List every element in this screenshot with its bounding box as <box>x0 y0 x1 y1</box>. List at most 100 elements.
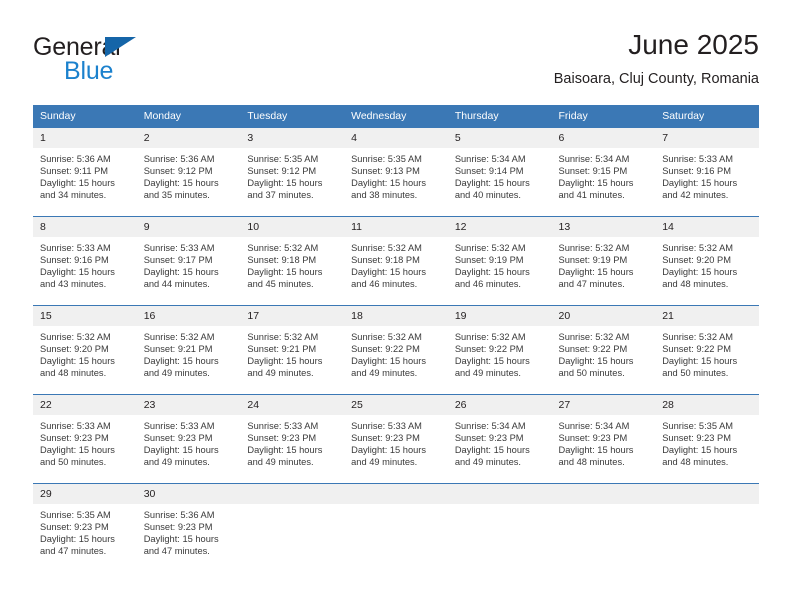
brand-logo[interactable]: General Blue <box>33 34 253 90</box>
calendar-day-cell[interactable]: 18 Sunrise: 5:32 AM Sunset: 9:22 PM Dayligh… <box>344 305 448 395</box>
calendar-day-cell[interactable]: 28 Sunrise: 5:35 AM Sunset: 9:23 PM Dayligh… <box>655 394 759 484</box>
calendar-day-cell[interactable]: 30 Sunrise: 5:36 AM Sunset: 9:23 PM Dayligh… <box>136 483 241 573</box>
sunrise-text: Sunrise: 5:33 AM <box>40 243 111 253</box>
sunrise-text: Sunrise: 5:32 AM <box>558 243 630 253</box>
calendar-day-cell[interactable]: 26 Sunrise: 5:34 AM Sunset: 9:23 PM Dayligh… <box>447 394 552 484</box>
day-number <box>655 484 759 504</box>
sunset-text: Sunset: 9:12 PM <box>143 166 213 177</box>
sunset-text: Sunset: 9:11 PM <box>40 166 109 177</box>
calendar-day-cell[interactable]: 9 Sunrise: 5:33 AM Sunset: 9:17 PM Daylight… <box>136 216 241 306</box>
sunset-text: Sunset: 9:23 PM <box>247 433 317 444</box>
calendar-day-cell[interactable]: 21 Sunrise: 5:32 AM Sunset: 9:22 PM Dayligh… <box>655 305 759 395</box>
calendar-day-cell[interactable]: 20 Sunrise: 5:32 AM Sunset: 9:22 PM Dayligh… <box>551 305 656 395</box>
day-details: Sunrise: 5:36 AM Sunset: 9:12 PM Daylight:… <box>137 148 241 201</box>
daylight-text-line1: Daylight: 15 hours <box>143 178 219 189</box>
daylight-text-line2: and 38 minutes. <box>351 190 418 201</box>
calendar-day-cell[interactable]: 19 Sunrise: 5:32 AM Sunset: 9:22 PM Dayligh… <box>447 305 552 395</box>
triangle-icon <box>105 37 136 57</box>
day-details: Sunrise: 5:32 AM Sunset: 9:19 PM Daylight:… <box>448 237 552 290</box>
sunrise-text: Sunrise: 5:34 AM <box>454 421 526 431</box>
calendar-day-cell[interactable]: 3 Sunrise: 5:35 AM Sunset: 9:12 PM Daylight… <box>240 127 345 217</box>
calendar-day-cell[interactable]: 13 Sunrise: 5:32 AM Sunset: 9:19 PM Dayligh… <box>551 216 656 306</box>
calendar-day-cell[interactable]: 14 Sunrise: 5:32 AM Sunset: 9:20 PM Dayligh… <box>655 216 759 306</box>
daylight-text-line2: and 48 minutes. <box>662 457 729 468</box>
calendar-day-cell[interactable]: 15 Sunrise: 5:32 AM Sunset: 9:20 PM Dayligh… <box>33 305 137 395</box>
daylight-text-line2: and 49 minutes. <box>143 457 210 468</box>
sunrise-text: Sunrise: 5:33 AM <box>662 154 734 164</box>
calendar-day-cell[interactable]: 6 Sunrise: 5:34 AM Sunset: 9:15 PM Daylight… <box>551 127 656 217</box>
calendar-empty-cell <box>240 483 345 573</box>
daylight-text-line2: and 45 minutes. <box>247 279 314 290</box>
day-details: Sunrise: 5:32 AM Sunset: 9:21 PM Daylight:… <box>240 326 344 379</box>
day-number: 1 <box>33 128 137 148</box>
sunrise-text: Sunrise: 5:33 AM <box>40 421 111 431</box>
daylight-text-line2: and 49 minutes. <box>247 368 314 379</box>
page-header: General Blue June 2025 Baisoara, Cluj Co… <box>33 28 759 98</box>
daylight-text-line2: and 49 minutes. <box>247 457 314 468</box>
day-number: 10 <box>240 217 345 237</box>
daylight-text-line1: Daylight: 15 hours <box>558 267 634 278</box>
calendar-day-cell[interactable]: 23 Sunrise: 5:33 AM Sunset: 9:23 PM Dayligh… <box>136 394 241 484</box>
sunset-text: Sunset: 9:20 PM <box>40 344 109 355</box>
calendar-day-cell[interactable]: 16 Sunrise: 5:32 AM Sunset: 9:21 PM Dayligh… <box>136 305 241 395</box>
daylight-text-line1: Daylight: 15 hours <box>247 356 323 367</box>
daylight-text-line2: and 49 minutes. <box>351 368 418 379</box>
sunrise-text: Sunrise: 5:34 AM <box>558 421 630 431</box>
sunset-text: Sunset: 9:17 PM <box>143 255 213 266</box>
sunset-text: Sunset: 9:18 PM <box>351 255 420 266</box>
calendar-day-cell[interactable]: 24 Sunrise: 5:33 AM Sunset: 9:23 PM Dayligh… <box>240 394 345 484</box>
calendar-day-cell[interactable]: 5 Sunrise: 5:34 AM Sunset: 9:14 PM Daylight… <box>447 127 552 217</box>
weekday-header-thursday: Thursday <box>447 105 552 128</box>
calendar-day-cell[interactable]: 12 Sunrise: 5:32 AM Sunset: 9:19 PM Dayligh… <box>447 216 552 306</box>
calendar-day-cell[interactable]: 4 Sunrise: 5:35 AM Sunset: 9:13 PM Daylight… <box>344 127 448 217</box>
sunrise-text: Sunrise: 5:32 AM <box>662 243 734 253</box>
daylight-text-line1: Daylight: 15 hours <box>558 178 634 189</box>
daylight-text-line1: Daylight: 15 hours <box>558 356 634 367</box>
calendar-day-cell[interactable]: 22 Sunrise: 5:33 AM Sunset: 9:23 PM Dayligh… <box>33 394 137 484</box>
sunset-text: Sunset: 9:15 PM <box>558 166 628 177</box>
sunrise-text: Sunrise: 5:32 AM <box>247 243 319 253</box>
sunrise-text: Sunrise: 5:32 AM <box>247 332 319 342</box>
calendar-day-cell[interactable]: 8 Sunrise: 5:33 AM Sunset: 9:16 PM Daylight… <box>33 216 137 306</box>
day-number: 30 <box>136 484 241 504</box>
daylight-text-line1: Daylight: 15 hours <box>40 445 115 456</box>
day-number: 24 <box>240 395 345 415</box>
sunset-text: Sunset: 9:20 PM <box>662 255 731 266</box>
sunset-text: Sunset: 9:22 PM <box>454 344 524 355</box>
calendar-day-cell[interactable]: 2 Sunrise: 5:36 AM Sunset: 9:12 PM Daylight… <box>136 127 241 217</box>
calendar-day-cell[interactable]: 17 Sunrise: 5:32 AM Sunset: 9:21 PM Dayligh… <box>240 305 345 395</box>
day-number: 21 <box>655 306 759 326</box>
sunset-text: Sunset: 9:19 PM <box>558 255 628 266</box>
calendar-page: General Blue June 2025 Baisoara, Cluj Co… <box>0 0 792 612</box>
daylight-text-line1: Daylight: 15 hours <box>351 267 427 278</box>
sunset-text: Sunset: 9:22 PM <box>351 344 420 355</box>
daylight-text-line1: Daylight: 15 hours <box>143 267 219 278</box>
day-number: 5 <box>447 128 552 148</box>
daylight-text-line1: Daylight: 15 hours <box>662 356 738 367</box>
sunrise-text: Sunrise: 5:32 AM <box>558 332 630 342</box>
sunrise-text: Sunrise: 5:32 AM <box>40 332 111 342</box>
daylight-text-line2: and 41 minutes. <box>558 190 625 201</box>
sunset-text: Sunset: 9:23 PM <box>454 433 524 444</box>
weekday-header-saturday: Saturday <box>655 105 759 128</box>
daylight-text-line1: Daylight: 15 hours <box>247 267 323 278</box>
brand-name-blue: Blue <box>64 57 114 85</box>
day-details: Sunrise: 5:33 AM Sunset: 9:16 PM Daylight:… <box>655 148 759 201</box>
calendar-day-cell[interactable]: 29 Sunrise: 5:35 AM Sunset: 9:23 PM Dayligh… <box>33 483 137 573</box>
calendar-day-cell[interactable]: 1 Sunrise: 5:36 AM Sunset: 9:11 PM Daylight… <box>33 127 137 217</box>
daylight-text-line2: and 48 minutes. <box>558 457 625 468</box>
day-details: Sunrise: 5:32 AM Sunset: 9:22 PM Daylight:… <box>552 326 656 379</box>
day-details: Sunrise: 5:36 AM Sunset: 9:23 PM Daylight:… <box>137 504 241 557</box>
daylight-text-line1: Daylight: 15 hours <box>247 178 323 189</box>
day-number: 7 <box>655 128 759 148</box>
sunset-text: Sunset: 9:13 PM <box>351 166 420 177</box>
calendar-day-cell[interactable]: 11 Sunrise: 5:32 AM Sunset: 9:18 PM Dayligh… <box>344 216 448 306</box>
daylight-text-line2: and 46 minutes. <box>351 279 418 290</box>
calendar-day-cell[interactable]: 25 Sunrise: 5:33 AM Sunset: 9:23 PM Dayligh… <box>344 394 448 484</box>
day-number: 26 <box>447 395 552 415</box>
calendar-day-cell[interactable]: 7 Sunrise: 5:33 AM Sunset: 9:16 PM Daylight… <box>655 127 759 217</box>
calendar-day-cell[interactable]: 27 Sunrise: 5:34 AM Sunset: 9:23 PM Dayligh… <box>551 394 656 484</box>
day-details: Sunrise: 5:35 AM Sunset: 9:23 PM Daylight:… <box>655 415 759 468</box>
daylight-text-line2: and 49 minutes. <box>454 368 521 379</box>
calendar-day-cell[interactable]: 10 Sunrise: 5:32 AM Sunset: 9:18 PM Dayligh… <box>240 216 345 306</box>
